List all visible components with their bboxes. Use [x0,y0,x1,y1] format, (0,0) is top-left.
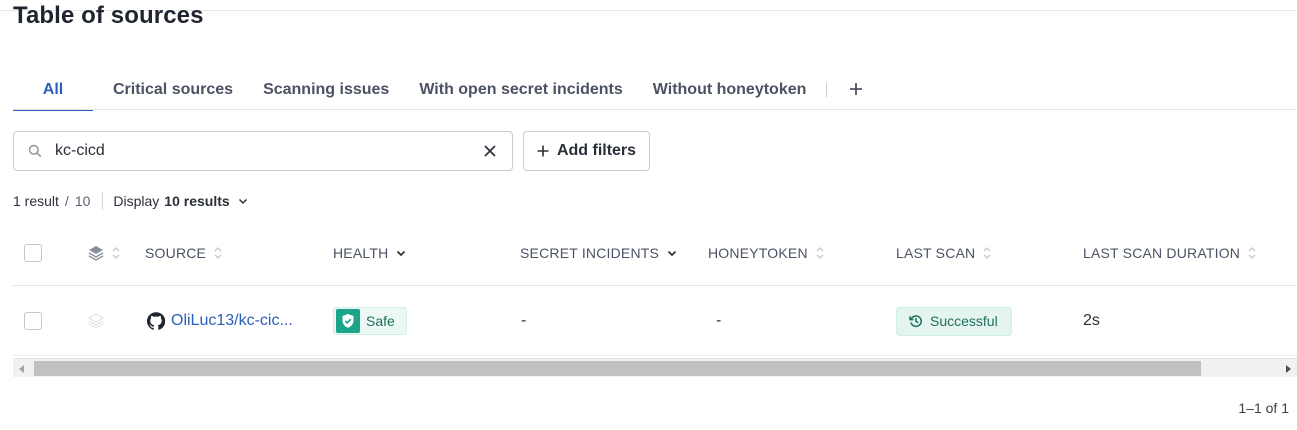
honeytoken-value: - [716,312,722,329]
chevron-down-icon[interactable] [396,248,406,258]
tab-label: Scanning issues [263,81,390,98]
pagination-summary: 1–1 of 1 [1238,400,1289,416]
chevron-right-icon [1286,364,1291,373]
row-checkbox[interactable] [24,312,42,330]
tab-without-honeytoken[interactable]: Without honeytoken [653,70,807,110]
add-filters-label: Add filters [556,142,637,159]
chevron-down-icon[interactable] [667,248,677,258]
table-header: SOURCE HEALTH SECRET INCIDENTS HONEYTOKE… [13,232,1297,286]
result-count: 1 result [13,193,59,209]
health-badge: Safe [333,307,407,335]
tab-label: Critical sources [113,81,234,98]
tabs-underline [13,109,1297,110]
search-icon [28,144,42,158]
sort-icon[interactable] [112,246,120,260]
scroll-left-button[interactable] [13,359,31,378]
chevron-down-icon[interactable] [238,196,248,206]
tab-critical-sources[interactable]: Critical sources [113,70,233,110]
scroll-right-button[interactable] [1279,359,1297,378]
last-scan-duration-cell: 2s [1083,286,1100,356]
tab-label: With open secret incidents [419,81,623,98]
search-input[interactable]: kc-cicd [13,131,513,171]
results-divider [102,192,104,210]
tab-all[interactable]: All [13,70,93,111]
tab-open-secret-incidents[interactable]: With open secret incidents [419,70,622,110]
column-label: LAST SCAN DURATION [1083,245,1241,261]
sort-icon[interactable] [816,246,824,260]
tab-scanning-issues[interactable]: Scanning issues [263,70,389,110]
scrollbar-thumb[interactable] [34,361,1201,376]
result-total: 10 [74,193,91,209]
column-header-secret-incidents[interactable]: SECRET INCIDENTS [520,232,677,274]
column-label: SOURCE [145,245,207,261]
column-header-health[interactable]: HEALTH [333,232,406,274]
tab-label: Without honeytoken [652,81,807,98]
sort-icon[interactable] [983,246,991,260]
source-link[interactable]: OliLuc13/kc-cic... [171,312,293,330]
sources-table: SOURCE HEALTH SECRET INCIDENTS HONEYTOKE… [13,232,1297,356]
sort-icon[interactable] [214,246,222,260]
criticality-header[interactable] [88,232,120,274]
criticality-cell [88,286,104,356]
search-value[interactable]: kc-cicd [55,142,480,160]
row-select-cell [24,286,42,356]
last-scan-badge: Successful [896,306,1012,336]
honeytoken-cell: - [716,286,721,356]
table-row[interactable]: OliLuc13/kc-cic... Safe - - Successful 2… [13,286,1297,356]
tab-bar: All Critical sources Scanning issues Wit… [13,70,863,111]
column-label: HONEYTOKEN [708,245,808,261]
secret-incidents-cell: - [521,286,526,356]
github-icon [147,312,165,330]
select-all-cell [24,232,42,274]
health-cell: Safe [333,286,407,356]
health-label: Safe [366,313,395,329]
close-icon [484,145,496,157]
result-separator: / [64,193,69,209]
horizontal-scrollbar[interactable] [13,358,1297,377]
results-summary: 1 result / 10 Display 10 results [13,192,248,210]
source-cell: OliLuc13/kc-cic... [147,286,293,356]
add-tab-button[interactable] [849,80,863,100]
secret-incidents-value: - [521,312,527,329]
add-filters-button[interactable]: Add filters [523,131,650,171]
tab-label: All [42,81,64,98]
column-label: SECRET INCIDENTS [520,245,660,261]
tab-divider [826,83,828,97]
column-header-source[interactable]: SOURCE [145,232,222,274]
column-label: LAST SCAN [896,245,976,261]
column-header-last-scan[interactable]: LAST SCAN [896,232,991,274]
page-title: Table of sources [13,2,204,29]
chevron-left-icon [19,364,24,373]
column-header-last-scan-duration[interactable]: LAST SCAN DURATION [1083,232,1256,274]
plus-icon [850,83,863,95]
history-icon [909,315,922,328]
sort-icon[interactable] [1248,246,1256,260]
clear-search-button[interactable] [480,141,500,161]
layers-icon [88,313,104,329]
shield-icon [336,309,360,333]
last-scan-cell: Successful [896,286,1012,356]
display-select[interactable]: 10 results [164,193,229,209]
column-header-honeytoken[interactable]: HONEYTOKEN [708,232,824,274]
select-all-checkbox[interactable] [24,244,42,262]
plus-icon [537,145,549,157]
last-scan-label: Successful [930,313,998,329]
column-label: HEALTH [333,245,389,261]
layers-icon [88,246,104,261]
display-label: Display [113,193,160,209]
last-scan-duration-value: 2s [1083,312,1100,329]
